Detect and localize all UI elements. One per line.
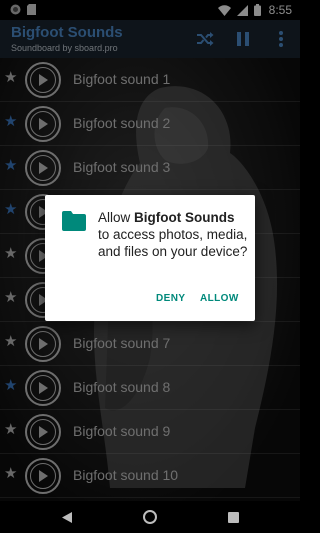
deny-button[interactable]: DENY [156, 293, 185, 304]
recents-button[interactable] [225, 509, 241, 525]
back-icon [62, 511, 72, 523]
dialog-message-prefix: Allow [98, 210, 135, 225]
dialog-app-name: Bigfoot Sounds [134, 210, 235, 225]
home-button[interactable] [142, 509, 158, 525]
navigation-bar [0, 501, 300, 533]
dialog-message-suffix: to access photos, media, and files on yo… [98, 227, 248, 259]
dialog-message: Allow Bigfoot Sounds to access photos, m… [98, 209, 248, 260]
recents-icon [227, 511, 239, 523]
back-button[interactable] [59, 509, 75, 525]
home-icon [143, 510, 157, 524]
allow-button[interactable]: ALLOW [200, 293, 239, 304]
folder-icon [62, 211, 86, 231]
permission-dialog: Allow Bigfoot Sounds to access photos, m… [45, 195, 255, 321]
